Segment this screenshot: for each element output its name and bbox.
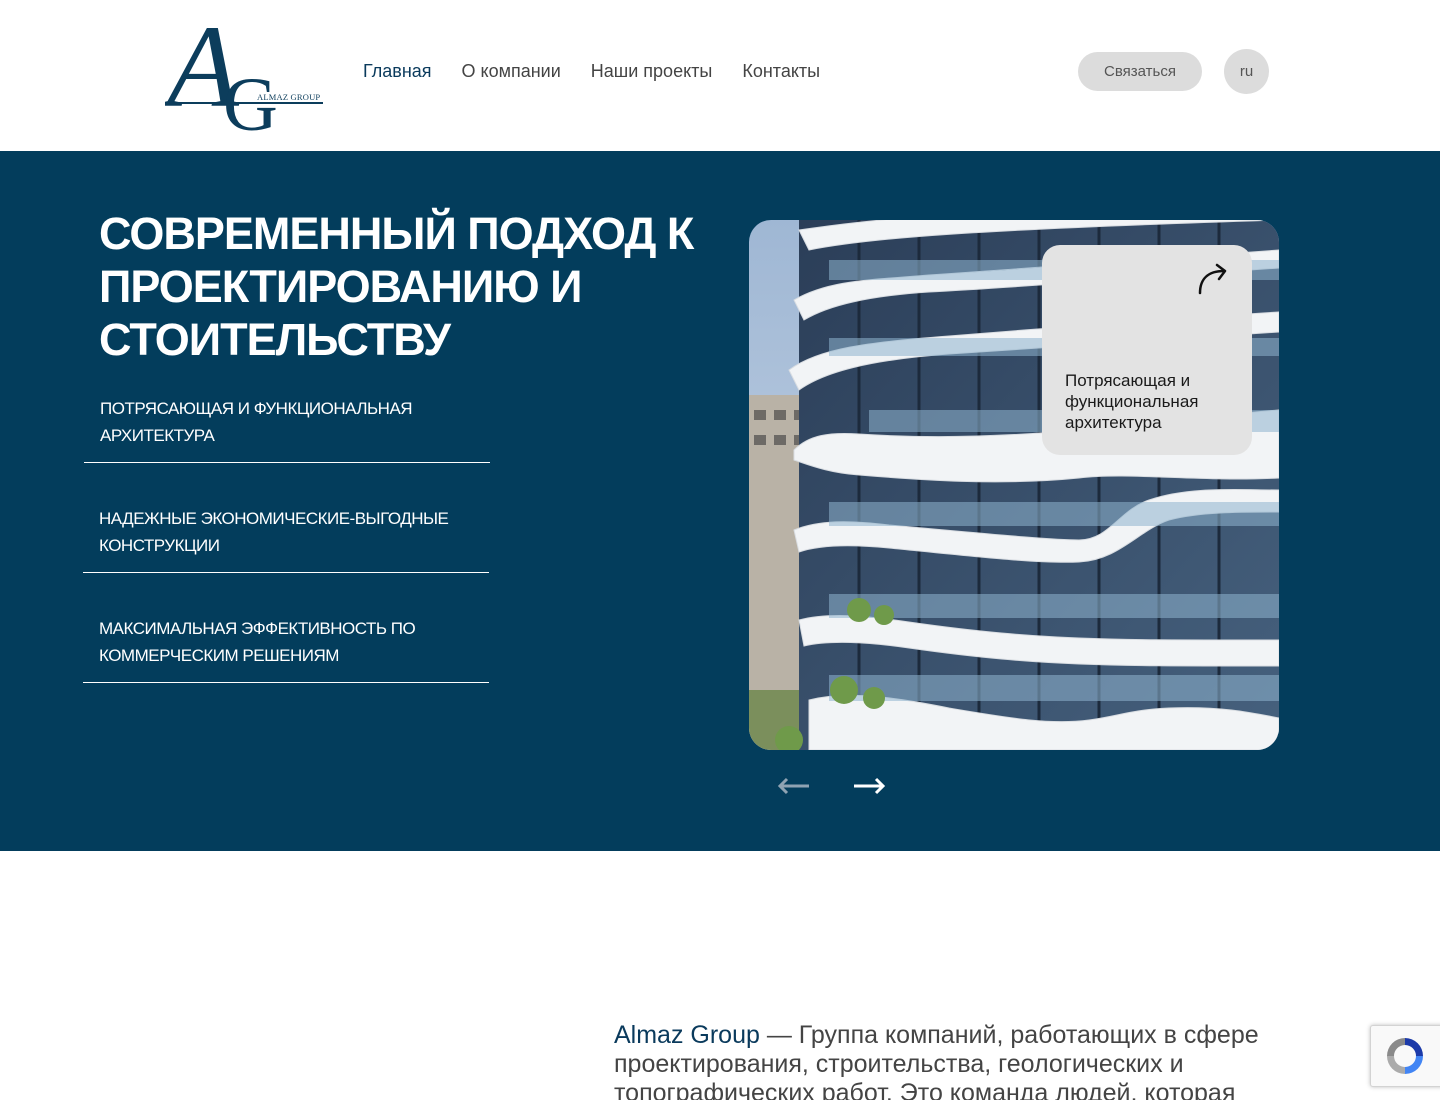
arrow-right-icon[interactable] bbox=[852, 777, 886, 795]
curved-arrow-icon bbox=[1198, 263, 1227, 295]
recaptcha-icon bbox=[1387, 1038, 1423, 1074]
slide-caption: Потрясающая и функциональная архитектура bbox=[1065, 371, 1199, 432]
nav-item-contacts[interactable]: Контакты bbox=[742, 60, 820, 82]
about-text: Almaz Group — Группа компаний, работающи… bbox=[614, 1021, 1274, 1100]
slide-card[interactable]: Потрясающая и функциональная архитектура bbox=[1042, 245, 1252, 455]
nav-item-home[interactable]: Главная bbox=[363, 60, 432, 82]
nav-item-projects[interactable]: Наши проекты bbox=[591, 60, 713, 82]
recaptcha-badge[interactable] bbox=[1370, 1025, 1440, 1087]
feature-item: МАКСИМАЛЬНАЯ ЭФФЕКТИВНОСТЬ ПО КОММЕРЧЕСК… bbox=[83, 615, 489, 683]
language-switcher[interactable]: ru bbox=[1224, 49, 1269, 94]
hero-title: СОВРЕМЕННЫЙ ПОДХОД К ПРОЕКТИРОВАНИЮ И СТ… bbox=[99, 208, 694, 365]
logo-mark: A G bbox=[165, 8, 323, 132]
site-header: A G ALMAZ GROUP Главная О компании Наши … bbox=[0, 0, 1440, 151]
contact-button[interactable]: Связаться bbox=[1078, 52, 1202, 91]
logo-wordmark: ALMAZ GROUP bbox=[257, 92, 321, 102]
company-logo[interactable]: A G ALMAZ GROUP bbox=[165, 8, 327, 132]
arrow-left-icon[interactable] bbox=[777, 777, 811, 795]
feature-item: НАДЕЖНЫЕ ЭКОНОМИЧЕСКИЕ-ВЫГОДНЫЕ КОНСТРУК… bbox=[83, 505, 489, 573]
project-slider[interactable]: Потрясающая и функциональная архитектура bbox=[749, 220, 1279, 750]
main-nav: Главная О компании Наши проекты Контакты bbox=[363, 60, 820, 82]
about-brand: Almaz Group bbox=[614, 1021, 760, 1049]
nav-item-about[interactable]: О компании bbox=[462, 60, 561, 82]
hero-section: СОВРЕМЕННЫЙ ПОДХОД К ПРОЕКТИРОВАНИЮ И СТ… bbox=[0, 151, 1440, 851]
feature-item: ПОТРЯСАЮЩАЯ И ФУНКЦИОНАЛЬНАЯ АРХИТЕКТУРА bbox=[84, 395, 490, 463]
